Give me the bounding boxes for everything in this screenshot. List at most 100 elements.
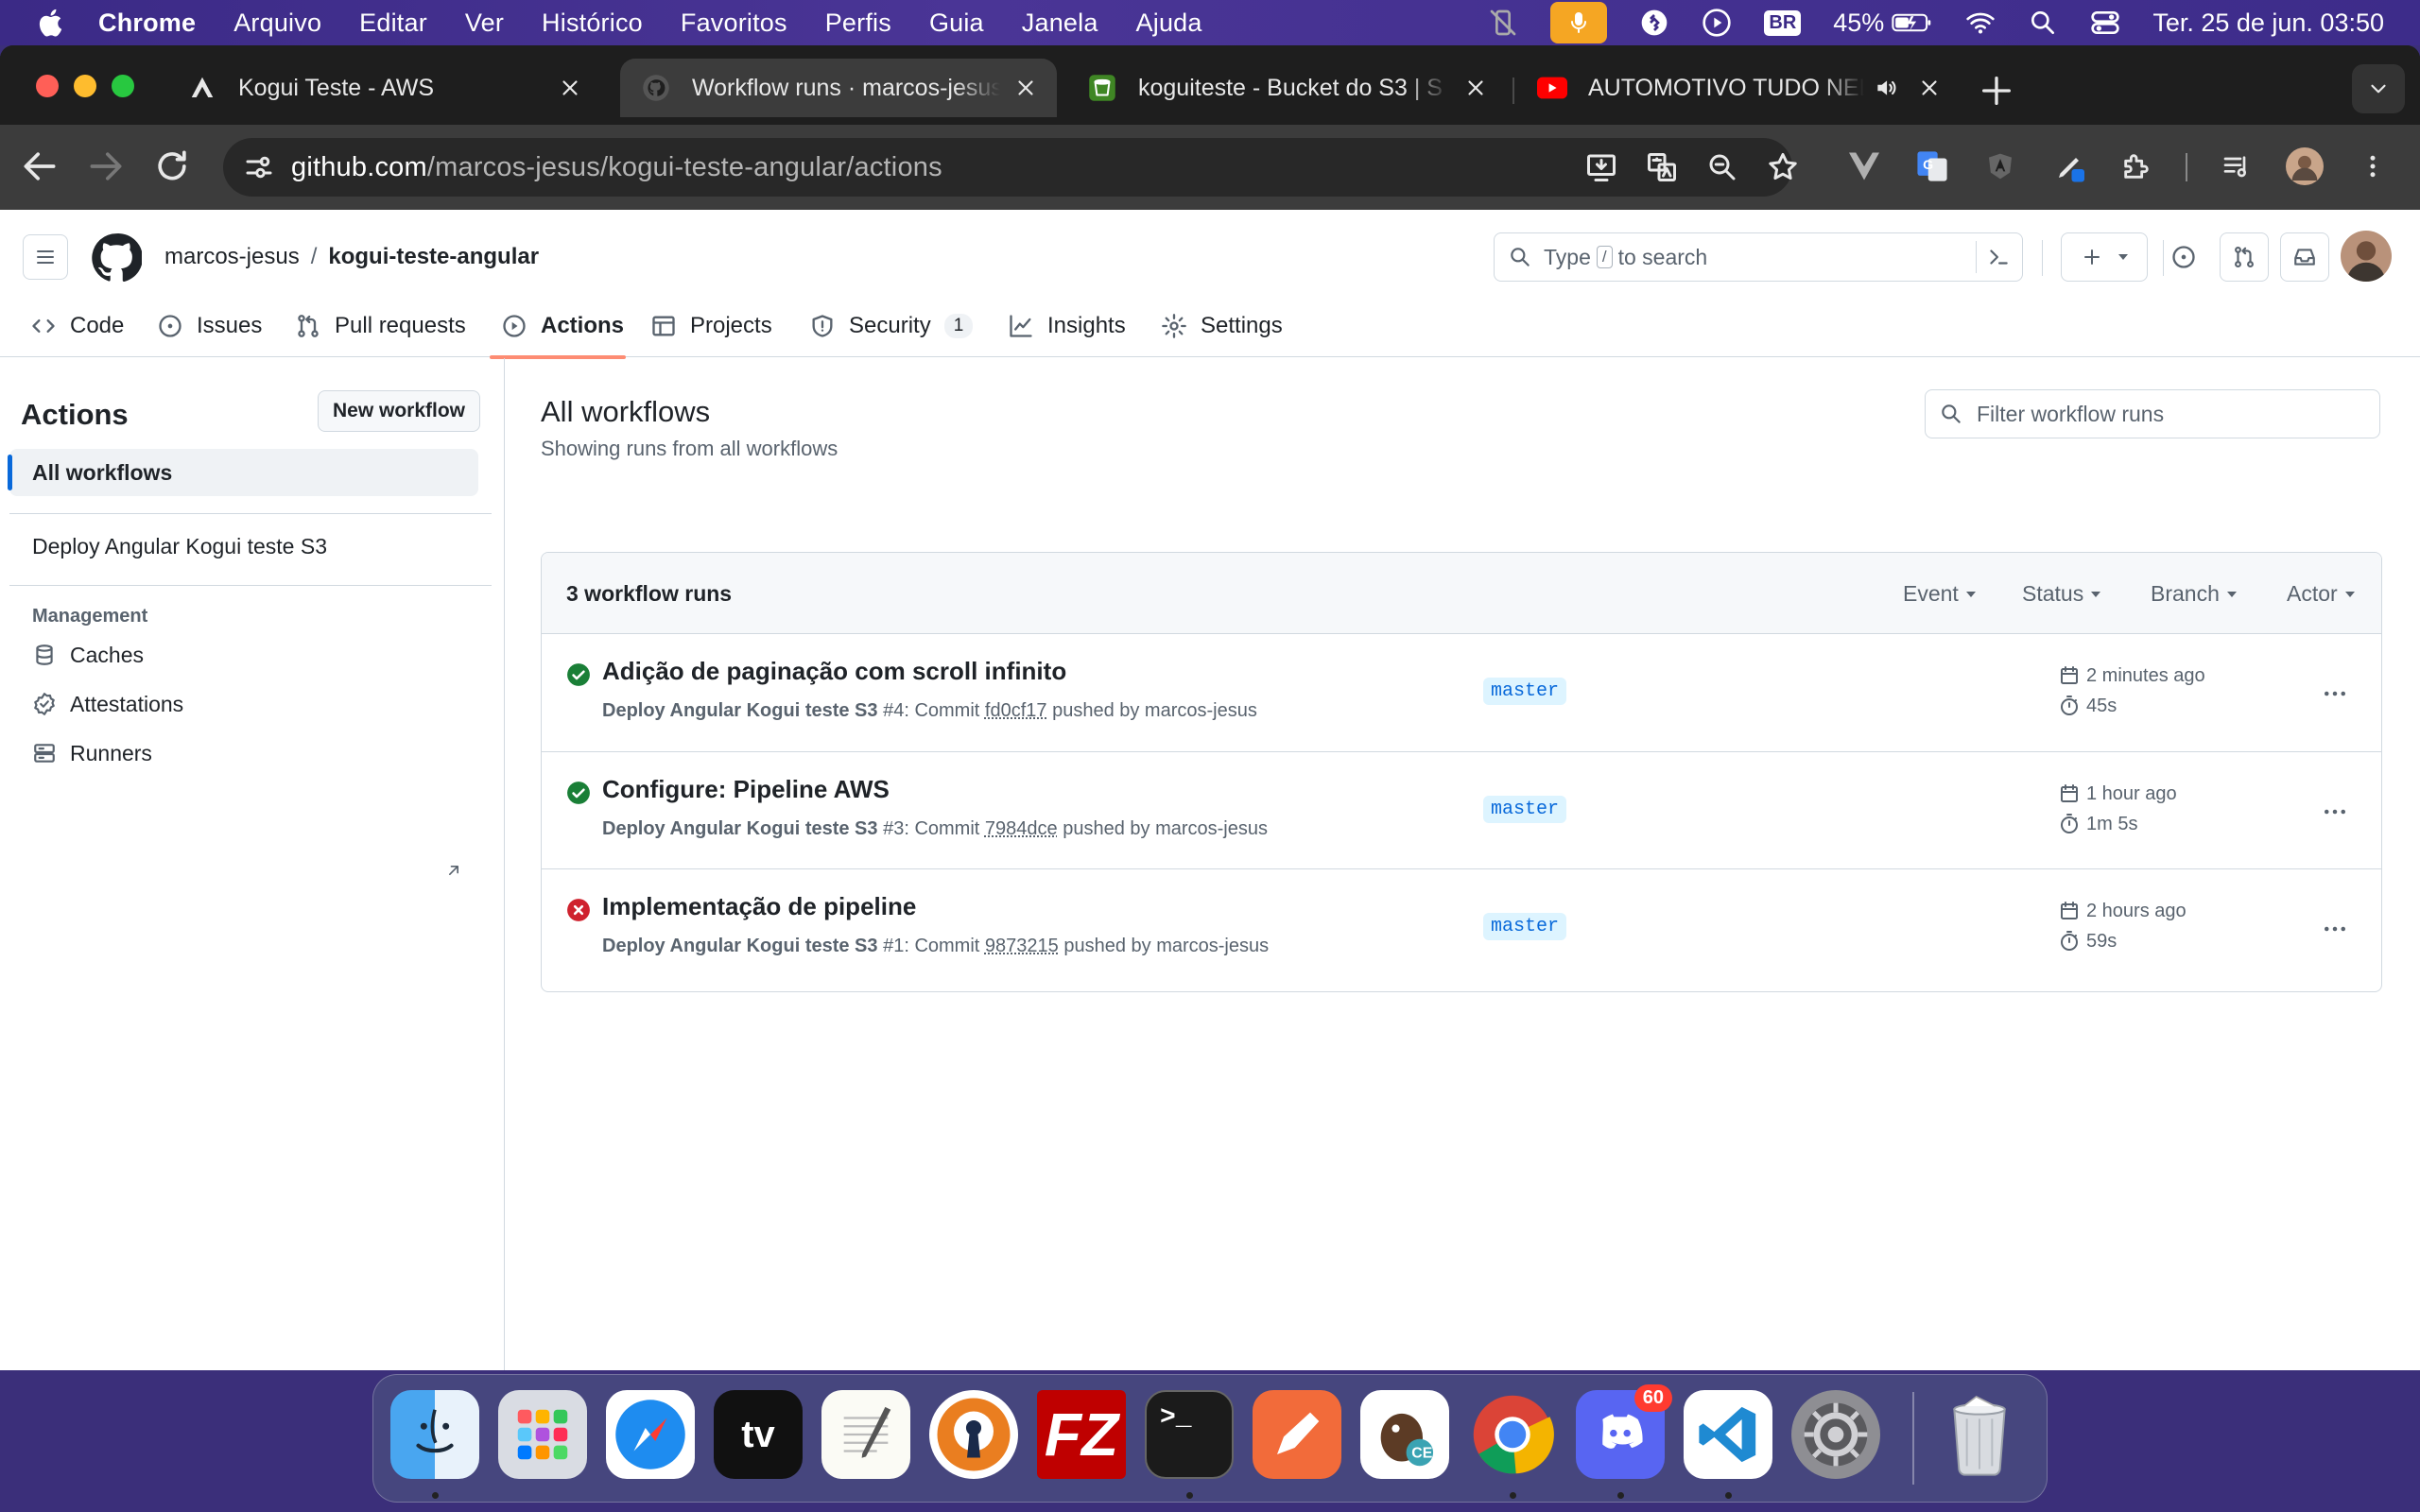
pull-requests-button[interactable] [2220, 232, 2269, 282]
sidebar-item-caches[interactable]: Caches [32, 634, 144, 676]
menu-perfis[interactable]: Perfis [825, 9, 891, 38]
shazam-icon[interactable] [1639, 8, 1669, 38]
chrome-menu-icon[interactable] [2352, 146, 2394, 187]
breadcrumb-repo[interactable]: kogui-teste-angular [328, 244, 539, 269]
filter-status-dropdown[interactable]: Status [2022, 581, 2101, 607]
nav-projects[interactable]: Projects [650, 302, 772, 350]
filter-event-dropdown[interactable]: Event [1903, 581, 1976, 607]
tab-s3-bucket[interactable]: koguiteste - Bucket do S3 | S [1066, 59, 1507, 117]
dock-system-settings[interactable] [1791, 1390, 1880, 1479]
angular-devtools-icon[interactable] [1979, 146, 2021, 187]
menu-ajuda[interactable]: Ajuda [1136, 9, 1202, 38]
dock-finder[interactable] [390, 1390, 479, 1479]
window-close-button[interactable] [36, 75, 59, 97]
run-commit-sha[interactable]: fd0cf17 [985, 700, 1047, 721]
site-info-icon[interactable] [242, 150, 276, 184]
control-center-icon[interactable] [2090, 8, 2120, 38]
tab-search-button[interactable] [2352, 64, 2405, 113]
dock-dbeaver[interactable]: CE [1360, 1390, 1449, 1479]
branch-label[interactable]: master [1483, 796, 1567, 823]
branch-label[interactable]: master [1483, 678, 1567, 705]
github-logo-icon[interactable] [91, 232, 142, 284]
new-workflow-button[interactable]: New workflow [318, 390, 480, 432]
dock-postman[interactable] [1253, 1390, 1341, 1479]
tab-kogui-aws[interactable]: Kogui Teste - AWS [166, 59, 601, 117]
tab-youtube[interactable]: AUTOMOTIVO TUDO NEL [1516, 59, 1961, 117]
user-avatar[interactable] [2341, 231, 2392, 282]
dock-apple-tv[interactable]: tv [714, 1390, 803, 1479]
zoom-icon[interactable] [1705, 150, 1739, 184]
create-new-button[interactable] [2061, 232, 2148, 282]
address-bar[interactable]: github.com/marcos-jesus/kogui-teste-angu… [223, 138, 1797, 197]
nav-code[interactable]: Code [30, 302, 124, 350]
nav-actions[interactable]: Actions [501, 302, 624, 350]
dock-terminal[interactable]: >_ [1145, 1390, 1234, 1479]
window-minimize-button[interactable] [74, 75, 96, 97]
inbox-button[interactable] [2280, 232, 2329, 282]
dock-safari[interactable] [606, 1390, 695, 1479]
breadcrumb-owner[interactable]: marcos-jesus [164, 244, 300, 269]
tab-workflow-runs[interactable]: Workflow runs · marcos-jesus [620, 59, 1057, 117]
wifi-off-phone-icon[interactable] [1488, 8, 1518, 38]
dock-discord[interactable]: 60 [1576, 1384, 1672, 1479]
filter-actor-dropdown[interactable]: Actor [2287, 581, 2355, 607]
menu-guia[interactable]: Guia [929, 9, 984, 38]
profile-avatar[interactable] [2284, 146, 2325, 187]
run-title[interactable]: Implementação de pipeline [602, 892, 916, 921]
menu-historico[interactable]: Histórico [542, 9, 643, 38]
extensions-puzzle-icon[interactable] [2116, 146, 2157, 187]
menu-favoritos[interactable]: Favoritos [681, 9, 787, 38]
menu-janela[interactable]: Janela [1022, 9, 1098, 38]
close-icon[interactable] [1013, 76, 1038, 100]
reload-icon[interactable] [151, 146, 193, 187]
extension-pen-icon[interactable] [2049, 146, 2091, 187]
run-title[interactable]: Adição de paginação com scroll infinito [602, 657, 1066, 686]
nav-insights[interactable]: Insights [1008, 302, 1126, 350]
run-options-button[interactable] [2319, 913, 2351, 945]
nav-pull-requests[interactable]: Pull requests [295, 302, 466, 350]
sidebar-item-attestations[interactable]: Attestations [32, 683, 183, 725]
close-icon[interactable] [1917, 76, 1942, 100]
window-zoom-button[interactable] [112, 75, 134, 97]
now-playing-icon[interactable] [1702, 8, 1732, 38]
bookmark-star-icon[interactable] [1766, 150, 1800, 184]
filter-branch-dropdown[interactable]: Branch [2151, 581, 2237, 607]
run-options-button[interactable] [2319, 678, 2351, 710]
sidebar-item-workflow[interactable]: Deploy Angular Kogui teste S3 [32, 534, 327, 559]
global-search-input[interactable]: Type / to search [1494, 232, 2023, 282]
sidebar-item-all-workflows[interactable]: All workflows [8, 449, 478, 496]
close-icon[interactable] [558, 76, 582, 100]
run-commit-sha[interactable]: 7984dce [985, 818, 1058, 839]
filter-workflow-runs-input[interactable]: Filter workflow runs [1925, 389, 2380, 438]
apple-logo-icon[interactable] [36, 7, 68, 39]
sidebar-item-runners[interactable]: Runners [32, 732, 152, 774]
wifi-icon[interactable] [1965, 8, 1996, 38]
branch-label[interactable]: master [1483, 913, 1567, 940]
forward-arrow-icon[interactable] [85, 146, 127, 187]
google-translate-icon[interactable]: G [1911, 146, 1953, 187]
workflow-run-row[interactable]: Adição de paginação com scroll infinito … [542, 634, 2381, 751]
menu-clock[interactable]: Ter. 25 de jun. 03:50 [2152, 9, 2384, 38]
microphone-icon[interactable] [1550, 2, 1608, 43]
menu-editar[interactable]: Editar [359, 9, 427, 38]
vue-devtools-icon[interactable] [1843, 146, 1885, 187]
install-app-icon[interactable] [1584, 150, 1618, 184]
run-options-button[interactable] [2319, 796, 2351, 828]
dock-chrome[interactable] [1468, 1390, 1557, 1479]
menu-app-name[interactable]: Chrome [98, 9, 196, 38]
dock-vscode[interactable] [1684, 1390, 1772, 1479]
new-tab-icon[interactable] [1978, 72, 2015, 110]
input-source-badge[interactable]: BR [1764, 9, 1802, 36]
issues-button[interactable] [2159, 232, 2208, 282]
battery-charging-icon[interactable] [1892, 8, 1933, 38]
workflow-run-row[interactable]: Implementação de pipeline Deploy Angular… [542, 868, 2381, 986]
menu-ver[interactable]: Ver [465, 9, 504, 38]
nav-issues[interactable]: Issues [157, 302, 262, 350]
dock-textedit[interactable] [821, 1390, 910, 1479]
command-palette-icon[interactable] [1986, 245, 2011, 269]
dock-filezilla[interactable]: FZ [1037, 1390, 1126, 1479]
hamburger-menu-button[interactable] [23, 234, 68, 280]
spotlight-search-icon[interactable] [2028, 8, 2058, 38]
dock-trash[interactable] [1935, 1390, 2024, 1479]
workflow-run-row[interactable]: Configure: Pipeline AWS Deploy Angular K… [542, 751, 2381, 868]
